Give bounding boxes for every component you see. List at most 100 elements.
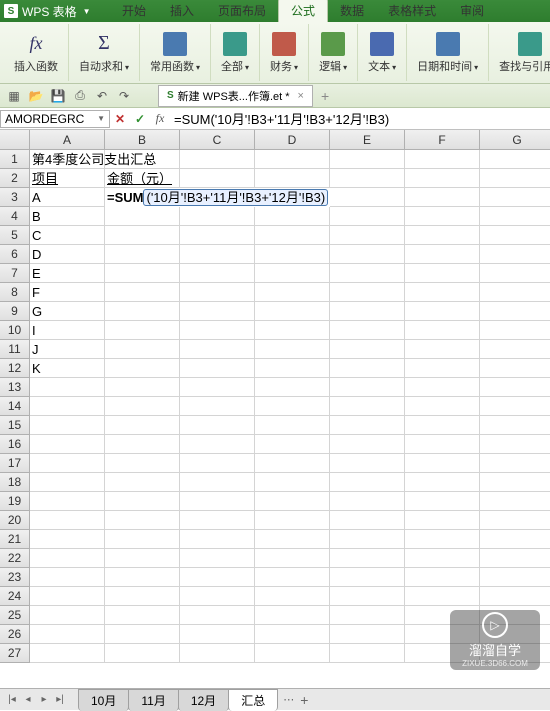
cell[interactable] — [480, 245, 550, 264]
cell[interactable] — [480, 264, 550, 283]
logic-fn-button[interactable]: 逻辑▾ — [315, 30, 351, 76]
cell[interactable]: 第4季度公司支出汇总 — [30, 150, 105, 169]
cell[interactable] — [180, 625, 255, 644]
cell[interactable] — [180, 302, 255, 321]
cell[interactable] — [255, 473, 330, 492]
sheet-add-button[interactable]: + — [300, 692, 308, 708]
cell[interactable] — [405, 245, 480, 264]
cell[interactable] — [105, 644, 180, 663]
cell[interactable] — [480, 606, 550, 625]
row-header[interactable]: 14 — [0, 397, 30, 416]
row-header[interactable]: 19 — [0, 492, 30, 511]
cell[interactable]: =SUM('10月'!B3+'11月'!B3+'12月'!B3) — [105, 188, 180, 207]
row-header[interactable]: 21 — [0, 530, 30, 549]
save-icon[interactable]: 💾 — [50, 88, 66, 104]
cell[interactable] — [180, 359, 255, 378]
add-document-button[interactable]: + — [321, 88, 329, 104]
tab-start[interactable]: 开始 — [110, 0, 158, 22]
cell[interactable] — [255, 207, 330, 226]
cell[interactable] — [405, 378, 480, 397]
cell[interactable] — [255, 264, 330, 283]
cell[interactable] — [180, 264, 255, 283]
new-icon[interactable]: ▦ — [6, 88, 22, 104]
cell[interactable] — [330, 264, 405, 283]
tab-tablestyle[interactable]: 表格样式 — [376, 0, 448, 22]
cell[interactable] — [30, 530, 105, 549]
cell[interactable] — [105, 435, 180, 454]
cell[interactable] — [255, 549, 330, 568]
cell[interactable] — [330, 568, 405, 587]
cell[interactable] — [405, 625, 480, 644]
document-tab[interactable]: S 新建 WPS表...作簿.et * × — [158, 85, 313, 107]
col-header-C[interactable]: C — [180, 130, 255, 150]
cell[interactable] — [255, 359, 330, 378]
cell[interactable] — [105, 530, 180, 549]
cell[interactable] — [405, 150, 480, 169]
row-header[interactable]: 17 — [0, 454, 30, 473]
cell[interactable] — [330, 473, 405, 492]
cell[interactable] — [480, 568, 550, 587]
cell[interactable] — [405, 302, 480, 321]
cell[interactable] — [480, 302, 550, 321]
cell[interactable] — [330, 492, 405, 511]
cell[interactable] — [105, 606, 180, 625]
cell[interactable] — [180, 530, 255, 549]
text-fn-button[interactable]: 文本▾ — [364, 30, 400, 76]
name-box[interactable]: AMORDEGRC ▼ — [0, 110, 110, 128]
cell[interactable] — [480, 321, 550, 340]
row-header[interactable]: 9 — [0, 302, 30, 321]
cell[interactable] — [255, 606, 330, 625]
row-header[interactable]: 7 — [0, 264, 30, 283]
col-header-E[interactable]: E — [330, 130, 405, 150]
cell[interactable] — [255, 568, 330, 587]
cell[interactable] — [30, 454, 105, 473]
cell[interactable] — [105, 378, 180, 397]
cell[interactable] — [405, 473, 480, 492]
cell[interactable] — [105, 226, 180, 245]
cell[interactable] — [105, 587, 180, 606]
spreadsheet-grid[interactable]: A B C D E F G 12345678910111213141516171… — [0, 130, 550, 688]
cell[interactable] — [180, 416, 255, 435]
row-header[interactable]: 24 — [0, 587, 30, 606]
cell[interactable] — [105, 150, 180, 169]
cell[interactable] — [405, 359, 480, 378]
cell[interactable] — [180, 169, 255, 188]
sheet-more-button[interactable]: ⋯ — [283, 693, 294, 706]
cell[interactable] — [255, 416, 330, 435]
cell[interactable] — [30, 473, 105, 492]
select-all-corner[interactable] — [0, 130, 30, 150]
cell[interactable] — [480, 454, 550, 473]
cell[interactable] — [330, 454, 405, 473]
cell[interactable] — [480, 644, 550, 663]
cell[interactable] — [180, 150, 255, 169]
chevron-down-icon[interactable]: ▼ — [97, 114, 105, 123]
fx-button[interactable]: fx — [150, 111, 170, 126]
sheet-prev-icon[interactable]: ◂ — [20, 694, 36, 705]
cell[interactable]: 项目 — [30, 169, 105, 188]
cell[interactable] — [30, 416, 105, 435]
cell[interactable] — [255, 492, 330, 511]
col-header-B[interactable]: B — [105, 130, 180, 150]
cell[interactable] — [255, 245, 330, 264]
cell[interactable] — [255, 435, 330, 454]
cell[interactable]: 金额（元） — [105, 169, 180, 188]
cell[interactable] — [180, 568, 255, 587]
cell[interactable] — [105, 397, 180, 416]
cell[interactable] — [30, 568, 105, 587]
cell[interactable]: C — [30, 226, 105, 245]
cell[interactable] — [480, 150, 550, 169]
col-header-A[interactable]: A — [30, 130, 105, 150]
cell[interactable] — [405, 321, 480, 340]
all-fn-button[interactable]: 全部▾ — [217, 30, 253, 76]
cell[interactable] — [330, 549, 405, 568]
lookup-fn-button[interactable]: 查找与引用▾ — [495, 30, 550, 76]
cell[interactable] — [405, 397, 480, 416]
cell[interactable] — [255, 625, 330, 644]
cell[interactable] — [330, 416, 405, 435]
cell[interactable] — [330, 511, 405, 530]
cell[interactable]: D — [30, 245, 105, 264]
cell[interactable] — [330, 606, 405, 625]
cell[interactable] — [480, 511, 550, 530]
cell[interactable] — [105, 549, 180, 568]
autosum-button[interactable]: Σ 自动求和▾ — [75, 30, 133, 76]
